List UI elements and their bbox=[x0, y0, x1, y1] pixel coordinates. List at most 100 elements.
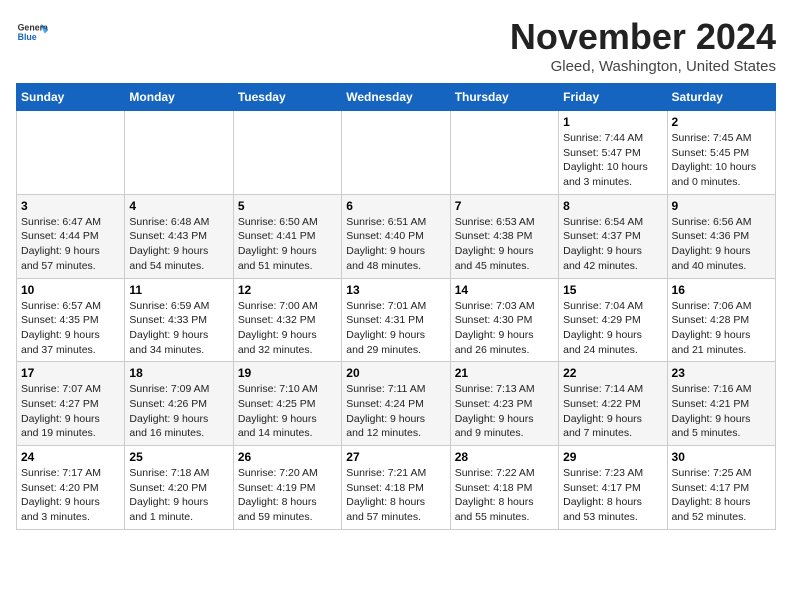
calendar-cell: 19Sunrise: 7:10 AM Sunset: 4:25 PM Dayli… bbox=[233, 362, 341, 446]
day-number: 18 bbox=[129, 366, 228, 380]
weekday-header-row: SundayMondayTuesdayWednesdayThursdayFrid… bbox=[17, 84, 776, 111]
logo-icon: General Blue bbox=[16, 16, 48, 48]
day-number: 15 bbox=[563, 283, 662, 297]
day-number: 19 bbox=[238, 366, 337, 380]
weekday-header-saturday: Saturday bbox=[667, 84, 775, 111]
weekday-header-friday: Friday bbox=[559, 84, 667, 111]
calendar-cell: 30 Sunrise: 7:25 AM Sunset: 4:17 PM Dayli… bbox=[667, 446, 775, 530]
day-info: Sunrise: 7:20 AM Sunset: 4:19 PM Dayligh… bbox=[238, 466, 337, 525]
day-number: 28 bbox=[455, 450, 554, 464]
calendar-cell: 5Sunrise: 6:50 AM Sunset: 4:41 PM Daylig… bbox=[233, 194, 341, 278]
calendar-cell bbox=[450, 111, 558, 195]
day-number: 11 bbox=[129, 283, 228, 297]
calendar-cell: 15 Sunrise: 7:04 AM Sunset: 4:29 PM Dayli… bbox=[559, 278, 667, 362]
calendar-cell bbox=[342, 111, 450, 195]
day-number: 7 bbox=[455, 199, 554, 213]
day-info: Sunrise: 6:56 AM Sunset: 4:36 PM Dayligh… bbox=[672, 215, 771, 274]
calendar-cell: 23 Sunrise: 7:16 AM Sunset: 4:21 PM Dayli… bbox=[667, 362, 775, 446]
calendar-week-1: 1 Sunrise: 7:44 AM Sunset: 5:47 PM Daylig… bbox=[17, 111, 776, 195]
page-header: General Blue November 2024 Gleed, Washin… bbox=[16, 16, 776, 75]
title-area: November 2024 Gleed, Washington, United … bbox=[510, 16, 776, 75]
calendar-cell: 2 Sunrise: 7:45 AM Sunset: 5:45 PM Daylig… bbox=[667, 111, 775, 195]
calendar-cell: 28 Sunrise: 7:22 AM Sunset: 4:18 PM Dayli… bbox=[450, 446, 558, 530]
day-info: Sunrise: 7:11 AM Sunset: 4:24 PM Dayligh… bbox=[346, 382, 445, 441]
day-info: Sunrise: 6:48 AM Sunset: 4:43 PM Dayligh… bbox=[129, 215, 228, 274]
calendar-cell: 3 Sunrise: 6:47 AM Sunset: 4:44 PM Daylig… bbox=[17, 194, 125, 278]
calendar-week-2: 3 Sunrise: 6:47 AM Sunset: 4:44 PM Daylig… bbox=[17, 194, 776, 278]
day-info: Sunrise: 7:03 AM Sunset: 4:30 PM Dayligh… bbox=[455, 299, 554, 358]
calendar-cell: 29Sunrise: 7:23 AM Sunset: 4:17 PM Dayli… bbox=[559, 446, 667, 530]
calendar-table: SundayMondayTuesdayWednesdayThursdayFrid… bbox=[16, 83, 776, 530]
day-number: 8 bbox=[563, 199, 662, 213]
day-number: 2 bbox=[672, 115, 771, 129]
day-number: 24 bbox=[21, 450, 120, 464]
day-info: Sunrise: 6:57 AM Sunset: 4:35 PM Dayligh… bbox=[21, 299, 120, 358]
calendar-cell: 20 Sunrise: 7:11 AM Sunset: 4:24 PM Dayli… bbox=[342, 362, 450, 446]
calendar-cell: 4Sunrise: 6:48 AM Sunset: 4:43 PM Daylig… bbox=[125, 194, 233, 278]
day-info: Sunrise: 7:09 AM Sunset: 4:26 PM Dayligh… bbox=[129, 382, 228, 441]
day-info: Sunrise: 6:59 AM Sunset: 4:33 PM Dayligh… bbox=[129, 299, 228, 358]
calendar-cell: 16 Sunrise: 7:06 AM Sunset: 4:28 PM Dayli… bbox=[667, 278, 775, 362]
day-info: Sunrise: 7:04 AM Sunset: 4:29 PM Dayligh… bbox=[563, 299, 662, 358]
day-info: Sunrise: 7:44 AM Sunset: 5:47 PM Dayligh… bbox=[563, 131, 662, 190]
calendar-cell: 11 Sunrise: 6:59 AM Sunset: 4:33 PM Dayli… bbox=[125, 278, 233, 362]
calendar-cell: 18 Sunrise: 7:09 AM Sunset: 4:26 PM Dayli… bbox=[125, 362, 233, 446]
day-info: Sunrise: 7:14 AM Sunset: 4:22 PM Dayligh… bbox=[563, 382, 662, 441]
day-info: Sunrise: 6:51 AM Sunset: 4:40 PM Dayligh… bbox=[346, 215, 445, 274]
day-number: 1 bbox=[563, 115, 662, 129]
day-number: 9 bbox=[672, 199, 771, 213]
day-info: Sunrise: 7:07 AM Sunset: 4:27 PM Dayligh… bbox=[21, 382, 120, 441]
day-info: Sunrise: 7:45 AM Sunset: 5:45 PM Dayligh… bbox=[672, 131, 771, 190]
day-info: Sunrise: 6:47 AM Sunset: 4:44 PM Dayligh… bbox=[21, 215, 120, 274]
calendar-cell: 22 Sunrise: 7:14 AM Sunset: 4:22 PM Dayli… bbox=[559, 362, 667, 446]
day-number: 23 bbox=[672, 366, 771, 380]
calendar-cell: 27 Sunrise: 7:21 AM Sunset: 4:18 PM Dayli… bbox=[342, 446, 450, 530]
svg-text:Blue: Blue bbox=[18, 32, 37, 42]
location: Gleed, Washington, United States bbox=[510, 58, 776, 75]
calendar-cell bbox=[233, 111, 341, 195]
day-info: Sunrise: 7:21 AM Sunset: 4:18 PM Dayligh… bbox=[346, 466, 445, 525]
day-number: 16 bbox=[672, 283, 771, 297]
weekday-header-tuesday: Tuesday bbox=[233, 84, 341, 111]
day-info: Sunrise: 7:00 AM Sunset: 4:32 PM Dayligh… bbox=[238, 299, 337, 358]
calendar-cell: 21 Sunrise: 7:13 AM Sunset: 4:23 PM Dayli… bbox=[450, 362, 558, 446]
day-number: 22 bbox=[563, 366, 662, 380]
day-number: 20 bbox=[346, 366, 445, 380]
calendar-cell: 1 Sunrise: 7:44 AM Sunset: 5:47 PM Daylig… bbox=[559, 111, 667, 195]
day-number: 30 bbox=[672, 450, 771, 464]
day-number: 13 bbox=[346, 283, 445, 297]
calendar-cell: 12Sunrise: 7:00 AM Sunset: 4:32 PM Dayli… bbox=[233, 278, 341, 362]
day-number: 14 bbox=[455, 283, 554, 297]
day-info: Sunrise: 7:13 AM Sunset: 4:23 PM Dayligh… bbox=[455, 382, 554, 441]
weekday-header-monday: Monday bbox=[125, 84, 233, 111]
day-info: Sunrise: 7:22 AM Sunset: 4:18 PM Dayligh… bbox=[455, 466, 554, 525]
weekday-header-thursday: Thursday bbox=[450, 84, 558, 111]
day-info: Sunrise: 6:54 AM Sunset: 4:37 PM Dayligh… bbox=[563, 215, 662, 274]
calendar-cell bbox=[17, 111, 125, 195]
calendar-week-3: 10 Sunrise: 6:57 AM Sunset: 4:35 PM Dayli… bbox=[17, 278, 776, 362]
calendar-cell: 24 Sunrise: 7:17 AM Sunset: 4:20 PM Dayli… bbox=[17, 446, 125, 530]
calendar-cell: 26 Sunrise: 7:20 AM Sunset: 4:19 PM Dayli… bbox=[233, 446, 341, 530]
day-number: 26 bbox=[238, 450, 337, 464]
day-info: Sunrise: 7:25 AM Sunset: 4:17 PM Dayligh… bbox=[672, 466, 771, 525]
day-info: Sunrise: 6:50 AM Sunset: 4:41 PM Dayligh… bbox=[238, 215, 337, 274]
day-number: 3 bbox=[21, 199, 120, 213]
logo: General Blue bbox=[16, 16, 48, 48]
calendar-week-5: 24 Sunrise: 7:17 AM Sunset: 4:20 PM Dayli… bbox=[17, 446, 776, 530]
day-info: Sunrise: 7:06 AM Sunset: 4:28 PM Dayligh… bbox=[672, 299, 771, 358]
day-number: 29 bbox=[563, 450, 662, 464]
day-info: Sunrise: 7:17 AM Sunset: 4:20 PM Dayligh… bbox=[21, 466, 120, 525]
day-number: 27 bbox=[346, 450, 445, 464]
calendar-cell: 17 Sunrise: 7:07 AM Sunset: 4:27 PM Dayli… bbox=[17, 362, 125, 446]
weekday-header-wednesday: Wednesday bbox=[342, 84, 450, 111]
calendar-cell: 6Sunrise: 6:51 AM Sunset: 4:40 PM Daylig… bbox=[342, 194, 450, 278]
day-info: Sunrise: 7:18 AM Sunset: 4:20 PM Dayligh… bbox=[129, 466, 228, 525]
day-number: 17 bbox=[21, 366, 120, 380]
day-number: 10 bbox=[21, 283, 120, 297]
calendar-cell: 7Sunrise: 6:53 AM Sunset: 4:38 PM Daylig… bbox=[450, 194, 558, 278]
calendar-cell: 8 Sunrise: 6:54 AM Sunset: 4:37 PM Daylig… bbox=[559, 194, 667, 278]
day-number: 21 bbox=[455, 366, 554, 380]
calendar-cell: 13Sunrise: 7:01 AM Sunset: 4:31 PM Dayli… bbox=[342, 278, 450, 362]
day-info: Sunrise: 7:16 AM Sunset: 4:21 PM Dayligh… bbox=[672, 382, 771, 441]
calendar-cell: 14 Sunrise: 7:03 AM Sunset: 4:30 PM Dayli… bbox=[450, 278, 558, 362]
